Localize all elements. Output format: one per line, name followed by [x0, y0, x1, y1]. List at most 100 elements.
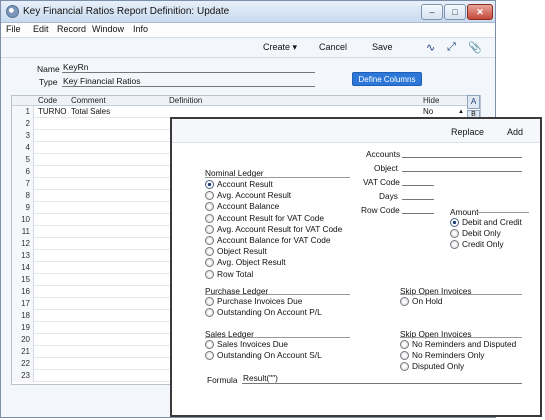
skip2-radio-0[interactable] — [400, 340, 409, 349]
row-number: 13 — [12, 250, 34, 262]
row-number: 10 — [12, 214, 34, 226]
row-number: 19 — [12, 322, 34, 334]
name-label: Name — [37, 64, 60, 74]
purchase-radio-0[interactable] — [205, 297, 214, 306]
purchase-radio-1[interactable] — [205, 308, 214, 318]
define-columns-button[interactable]: Define Columns — [352, 72, 422, 86]
menu-bar: File Edit Record Window Info — [1, 23, 495, 38]
name-field[interactable]: KeyRn — [62, 62, 315, 73]
menu-window[interactable]: Window — [92, 24, 124, 34]
skip1-radio-0[interactable] — [400, 297, 409, 306]
window-title: Key Financial Ratios Report Definition: … — [23, 6, 230, 17]
row-number: 9 — [12, 202, 34, 214]
vat-code-field[interactable] — [402, 176, 434, 186]
amount-divider — [477, 212, 529, 213]
amount-radio-2[interactable] — [450, 240, 459, 250]
cancel-button[interactable]: Cancel — [319, 42, 347, 52]
side-tab-a[interactable]: A — [467, 95, 480, 109]
amount-radio-0[interactable] — [450, 218, 459, 227]
create-label: Create — [263, 42, 291, 52]
skip1-option-label[interactable]: On Hold — [412, 296, 442, 306]
expand-icon[interactable]: ⤢ — [447, 41, 456, 54]
nominal-option-label[interactable]: Row Total — [217, 269, 253, 279]
nominal-option-label[interactable]: Account Result for VAT Code — [217, 213, 324, 223]
nominal-radio-3[interactable] — [205, 213, 214, 223]
menu-edit[interactable]: Edit — [33, 24, 49, 34]
purchase-option-label[interactable]: Outstanding On Account P/L — [217, 307, 322, 317]
sales-option-label[interactable]: Sales Invoices Due — [217, 339, 288, 349]
grid-header-code[interactable]: Code — [36, 96, 69, 106]
skip2-radio-2[interactable] — [400, 362, 409, 372]
grid-header-hide[interactable]: Hide — [421, 96, 469, 106]
menu-info[interactable]: Info — [133, 24, 148, 34]
nominal-radio-1[interactable] — [205, 191, 214, 201]
grid-header-definition[interactable]: Definition — [167, 96, 421, 106]
pulse-icon[interactable]: ∿ — [426, 41, 435, 54]
formula-label: Formula — [207, 375, 238, 385]
cell-code[interactable]: TURNO — [38, 106, 66, 118]
add-button[interactable]: Add — [507, 127, 523, 137]
nominal-radio-4[interactable] — [205, 224, 214, 234]
nominal-radio-6[interactable] — [205, 247, 214, 257]
nominal-radio-8[interactable] — [205, 269, 214, 279]
accounts-label: Accounts — [366, 149, 401, 159]
paperclip-icon[interactable]: 📎 — [468, 41, 482, 54]
accounts-field[interactable] — [402, 148, 522, 158]
grid-header-comment[interactable]: Comment — [69, 96, 167, 106]
sales-option-label[interactable]: Outstanding On Account S/L — [217, 350, 322, 360]
row-number: 11 — [12, 226, 34, 238]
cell-comment[interactable]: Total Sales — [71, 106, 110, 118]
nominal-radio-2[interactable] — [205, 202, 214, 212]
row-number: 7 — [12, 178, 34, 190]
amount-option-label[interactable]: Debit Only — [462, 228, 501, 238]
skip2-option-label[interactable]: Disputed Only — [412, 361, 464, 371]
save-button[interactable]: Save — [372, 42, 393, 52]
minimize-button[interactable]: – — [421, 4, 443, 20]
row-number: 16 — [12, 286, 34, 298]
skip2-radio-1[interactable] — [400, 351, 409, 361]
sales-ledger-divider — [205, 337, 350, 338]
days-field[interactable] — [402, 190, 434, 200]
row-code-field[interactable] — [402, 204, 434, 214]
vat-code-label: VAT Code — [363, 177, 400, 187]
row-code-label: Row Code — [361, 205, 400, 215]
menu-record[interactable]: Record — [57, 24, 86, 34]
amount-radio-1[interactable] — [450, 229, 459, 239]
definition-panel: Replace Add Accounts Object VAT Code Day… — [170, 117, 542, 417]
maximize-button[interactable]: □ — [444, 4, 466, 20]
amount-option-label[interactable]: Debit and Credit — [462, 217, 522, 227]
nominal-option-label[interactable]: Account Balance — [217, 201, 279, 211]
create-button[interactable]: Create ▾ — [263, 42, 297, 53]
object-field[interactable] — [402, 162, 522, 172]
nominal-option-label[interactable]: Avg. Object Result — [217, 257, 286, 267]
sales-radio-0[interactable] — [205, 340, 214, 349]
purchase-ledger-divider — [205, 294, 350, 295]
nominal-option-label[interactable]: Object Result — [217, 246, 267, 256]
formula-field[interactable]: Result("") — [242, 373, 522, 384]
nominal-radio-0[interactable] — [205, 180, 214, 189]
nominal-option-label[interactable]: Avg. Account Result — [217, 190, 291, 200]
grid-header-rownum — [12, 96, 36, 106]
row-number: 5 — [12, 154, 34, 166]
replace-button[interactable]: Replace — [451, 127, 484, 137]
nominal-ledger-divider — [205, 177, 350, 178]
nominal-option-label[interactable]: Account Result — [217, 179, 273, 189]
purchase-option-label[interactable]: Purchase Invoices Due — [217, 296, 302, 306]
row-number: 2 — [12, 118, 34, 130]
nominal-option-label[interactable]: Avg. Account Result for VAT Code — [217, 224, 342, 234]
menu-file[interactable]: File — [6, 24, 21, 34]
skip2-option-label[interactable]: No Reminders and Disputed — [412, 339, 516, 349]
nominal-radio-7[interactable] — [205, 258, 214, 268]
row-number: 21 — [12, 346, 34, 358]
amount-option-label[interactable]: Credit Only — [462, 239, 504, 249]
sales-radio-1[interactable] — [205, 351, 214, 361]
title-bar[interactable]: Key Financial Ratios Report Definition: … — [1, 1, 495, 23]
type-field[interactable]: Key Financial Ratios — [62, 76, 315, 87]
app-icon[interactable] — [6, 5, 19, 18]
row-number: 18 — [12, 310, 34, 322]
nominal-radio-5[interactable] — [205, 236, 214, 245]
skip2-option-label[interactable]: No Reminders Only — [412, 350, 484, 360]
close-button[interactable]: ✕ — [467, 4, 493, 20]
nominal-ledger-group: Account Result Avg. Account Result Account… — [205, 179, 355, 279]
nominal-option-label[interactable]: Account Balance for VAT Code — [217, 235, 330, 245]
